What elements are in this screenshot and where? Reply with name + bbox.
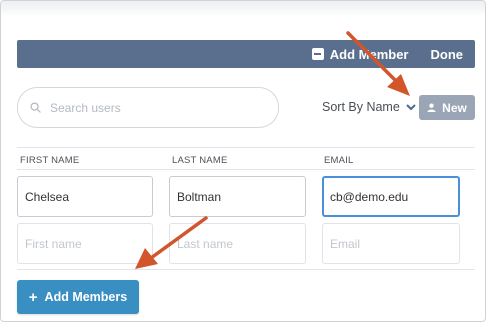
column-header-last-name: LAST NAME bbox=[172, 155, 228, 166]
new-button-label: New bbox=[442, 100, 467, 115]
table-header: FIRST NAME LAST NAME EMAIL bbox=[17, 147, 475, 170]
user-icon bbox=[427, 103, 436, 112]
add-member-button[interactable]: Add Member bbox=[311, 46, 409, 62]
table-divider bbox=[17, 269, 475, 270]
first-name-field[interactable] bbox=[17, 176, 153, 217]
sort-label: Sort By Name bbox=[322, 100, 400, 114]
add-member-label: Add Member bbox=[329, 46, 409, 62]
new-last-name-field[interactable] bbox=[169, 223, 306, 264]
app-panel: Add Member Done Sort By Name New FIRST N… bbox=[0, 0, 486, 322]
plus-icon: + bbox=[28, 288, 38, 306]
add-members-button[interactable]: + Add Members bbox=[17, 280, 139, 314]
minus-square-icon bbox=[311, 48, 324, 60]
top-fade bbox=[1, 1, 485, 17]
sort-dropdown[interactable]: Sort By Name bbox=[322, 100, 416, 114]
header-bar: Add Member Done bbox=[17, 40, 475, 68]
column-header-first-name: FIRST NAME bbox=[20, 155, 80, 166]
search-input[interactable] bbox=[50, 100, 250, 115]
add-members-label: Add Members bbox=[44, 290, 128, 304]
new-button[interactable]: New bbox=[419, 95, 475, 120]
new-first-name-field[interactable] bbox=[17, 223, 153, 264]
column-header-email: EMAIL bbox=[324, 155, 354, 166]
search-icon bbox=[30, 102, 41, 113]
new-email-field[interactable] bbox=[322, 223, 460, 264]
email-field[interactable] bbox=[322, 176, 460, 217]
chevron-down-icon bbox=[406, 103, 416, 110]
last-name-field[interactable] bbox=[169, 176, 306, 217]
done-button[interactable]: Done bbox=[431, 47, 464, 62]
search-box[interactable] bbox=[17, 87, 279, 128]
